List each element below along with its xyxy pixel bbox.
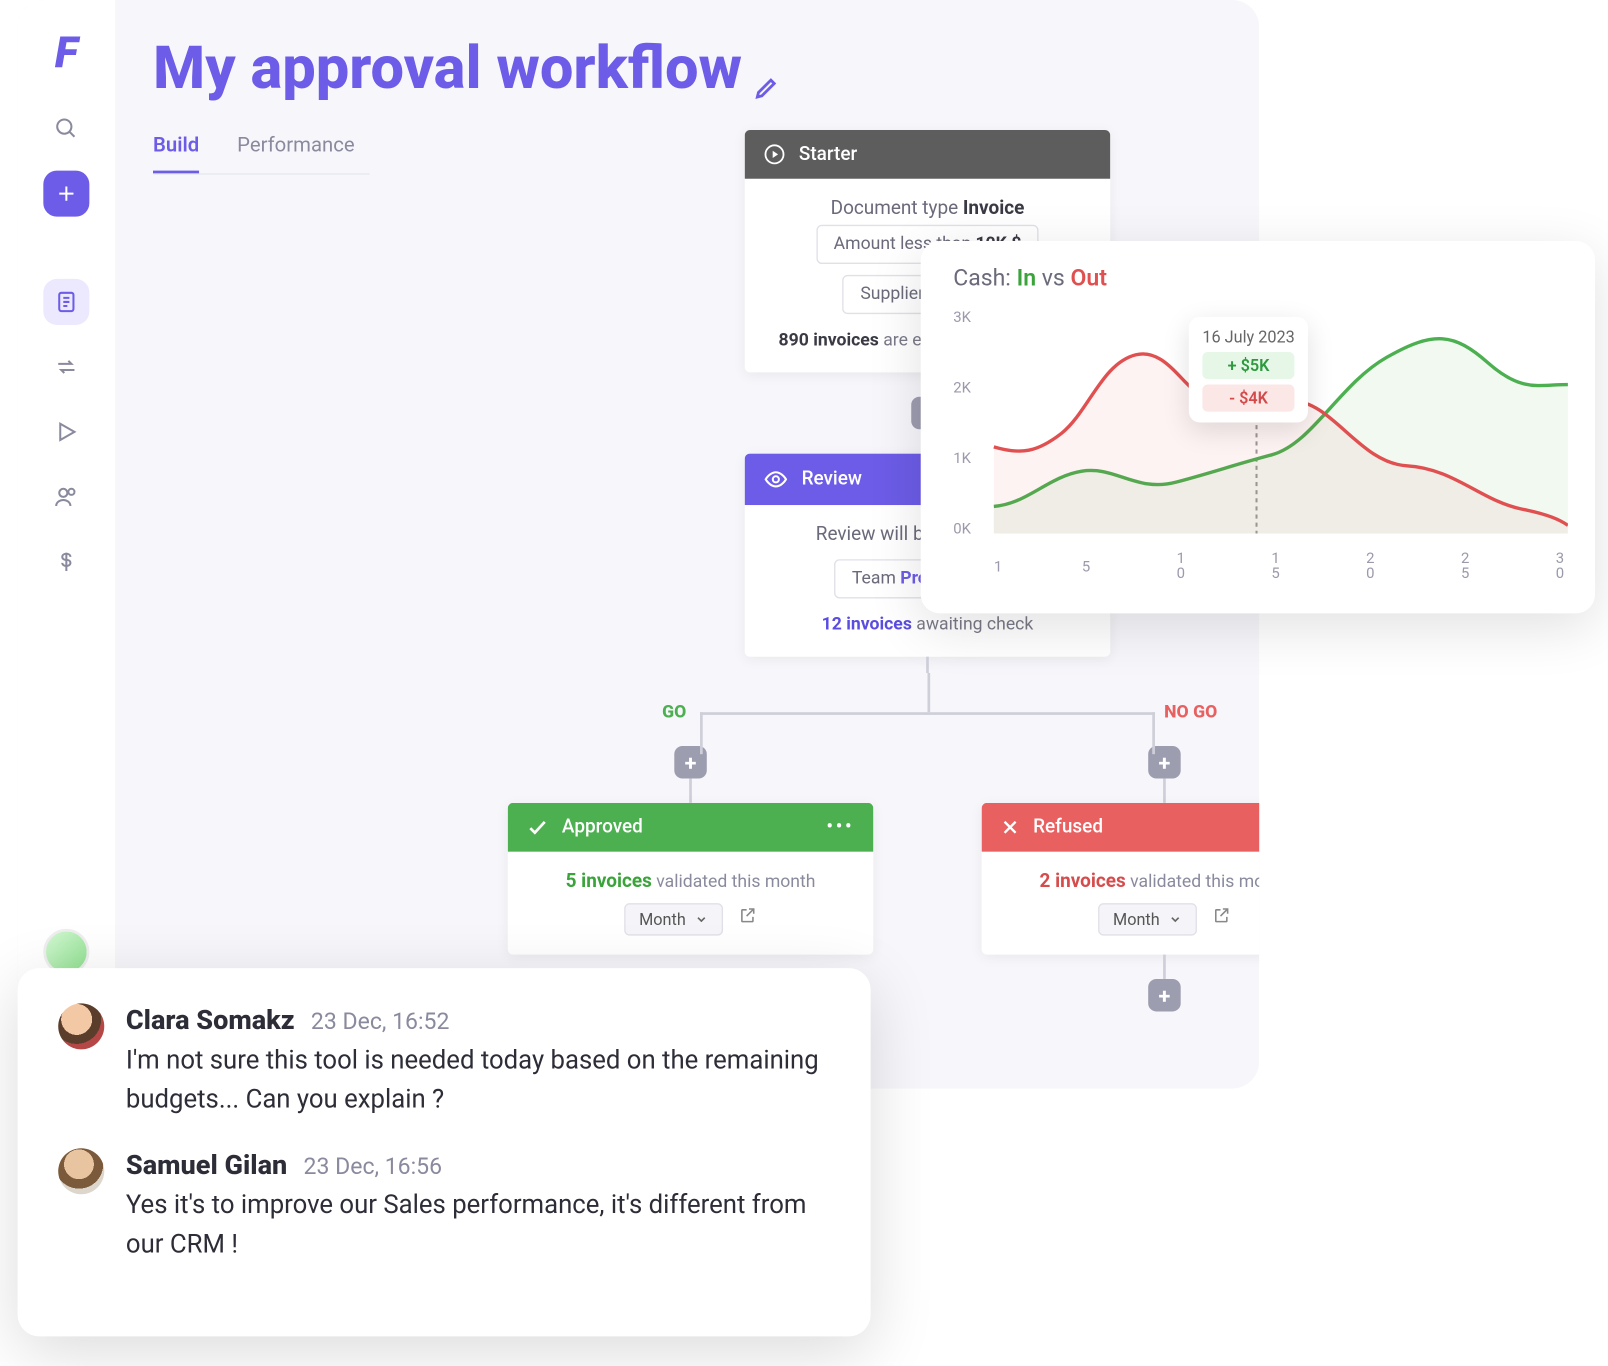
svg-text:0: 0 bbox=[1556, 564, 1564, 581]
add-step-after-refused[interactable]: + bbox=[1148, 979, 1180, 1011]
chat-text: Yes it's to improve our Sales performanc… bbox=[126, 1186, 830, 1263]
node-refused[interactable]: Refused ••• 2 invoices validated this mo… bbox=[982, 803, 1260, 955]
starter-title: Starter bbox=[799, 144, 857, 166]
avatar bbox=[58, 1003, 104, 1049]
chat-author: Clara Somakz bbox=[126, 1003, 295, 1035]
dollar-icon[interactable] bbox=[43, 539, 89, 585]
svg-text:0: 0 bbox=[1177, 564, 1185, 581]
dropdown-month-refused[interactable]: Month bbox=[1098, 903, 1196, 935]
svg-text:3K: 3K bbox=[953, 308, 971, 326]
svg-text:5: 5 bbox=[1271, 564, 1279, 581]
eye-icon bbox=[764, 467, 788, 491]
documents-icon[interactable] bbox=[43, 279, 89, 325]
chart-title: Cash: In vs Out bbox=[953, 265, 1568, 292]
external-link-icon[interactable] bbox=[738, 909, 757, 931]
svg-text:5: 5 bbox=[1082, 557, 1090, 575]
chart-card: Cash: In vs Out 3K 2K 1K 0K 1 5 10 15 20… bbox=[921, 241, 1595, 613]
play-icon[interactable] bbox=[43, 409, 89, 455]
chat-panel: Clara Somakz 23 Dec, 16:52 I'm not sure … bbox=[18, 968, 871, 1336]
avatar bbox=[58, 1148, 104, 1194]
tab-performance[interactable]: Performance bbox=[237, 133, 355, 174]
page-title: My approval workflow bbox=[153, 32, 1259, 116]
search-icon[interactable] bbox=[43, 106, 89, 152]
svg-text:1: 1 bbox=[994, 557, 1002, 575]
chat-message: Clara Somakz 23 Dec, 16:52 I'm not sure … bbox=[58, 1003, 830, 1118]
chart-tooltip: 16 July 2023 + $5K - $4K bbox=[1189, 317, 1308, 423]
review-title: Review bbox=[802, 468, 862, 490]
chevron-down-icon bbox=[1168, 913, 1182, 927]
more-icon[interactable]: ••• bbox=[826, 816, 854, 838]
transfers-icon[interactable] bbox=[43, 344, 89, 390]
branch-split: GO NO GO bbox=[603, 673, 1253, 754]
chat-time: 23 Dec, 16:52 bbox=[311, 1009, 450, 1036]
tabs: Build Performance bbox=[153, 133, 370, 175]
chat-message: Samuel Gilan 23 Dec, 16:56 Yes it's to i… bbox=[58, 1148, 830, 1263]
play-circle-icon bbox=[764, 144, 786, 166]
svg-text:0: 0 bbox=[1366, 564, 1374, 581]
close-icon bbox=[1001, 818, 1020, 837]
tooltip-in: + $5K bbox=[1202, 352, 1294, 379]
svg-text:2K: 2K bbox=[953, 379, 971, 397]
tab-build[interactable]: Build bbox=[153, 133, 199, 174]
dropdown-month-approved[interactable]: Month bbox=[624, 903, 722, 935]
chat-time: 23 Dec, 16:56 bbox=[304, 1154, 443, 1181]
edit-icon[interactable] bbox=[753, 46, 780, 116]
label-nogo: NO GO bbox=[1156, 700, 1225, 726]
check-icon bbox=[527, 816, 549, 838]
external-link-icon[interactable] bbox=[1212, 909, 1231, 931]
label-go: GO bbox=[654, 700, 694, 726]
chevron-down-icon bbox=[694, 913, 708, 927]
tooltip-out: - $4K bbox=[1202, 385, 1294, 412]
chat-author: Samuel Gilan bbox=[126, 1148, 287, 1180]
svg-text:5: 5 bbox=[1461, 564, 1469, 581]
logo: F bbox=[55, 27, 78, 78]
people-icon[interactable] bbox=[43, 474, 89, 520]
svg-text:1K: 1K bbox=[953, 449, 971, 467]
svg-text:0K: 0K bbox=[953, 519, 971, 537]
node-approved[interactable]: Approved ••• 5 invoices validated this m… bbox=[508, 803, 874, 955]
chat-text: I'm not sure this tool is needed today b… bbox=[126, 1041, 830, 1118]
add-button[interactable] bbox=[43, 171, 89, 217]
sidebar: F bbox=[18, 0, 115, 1089]
